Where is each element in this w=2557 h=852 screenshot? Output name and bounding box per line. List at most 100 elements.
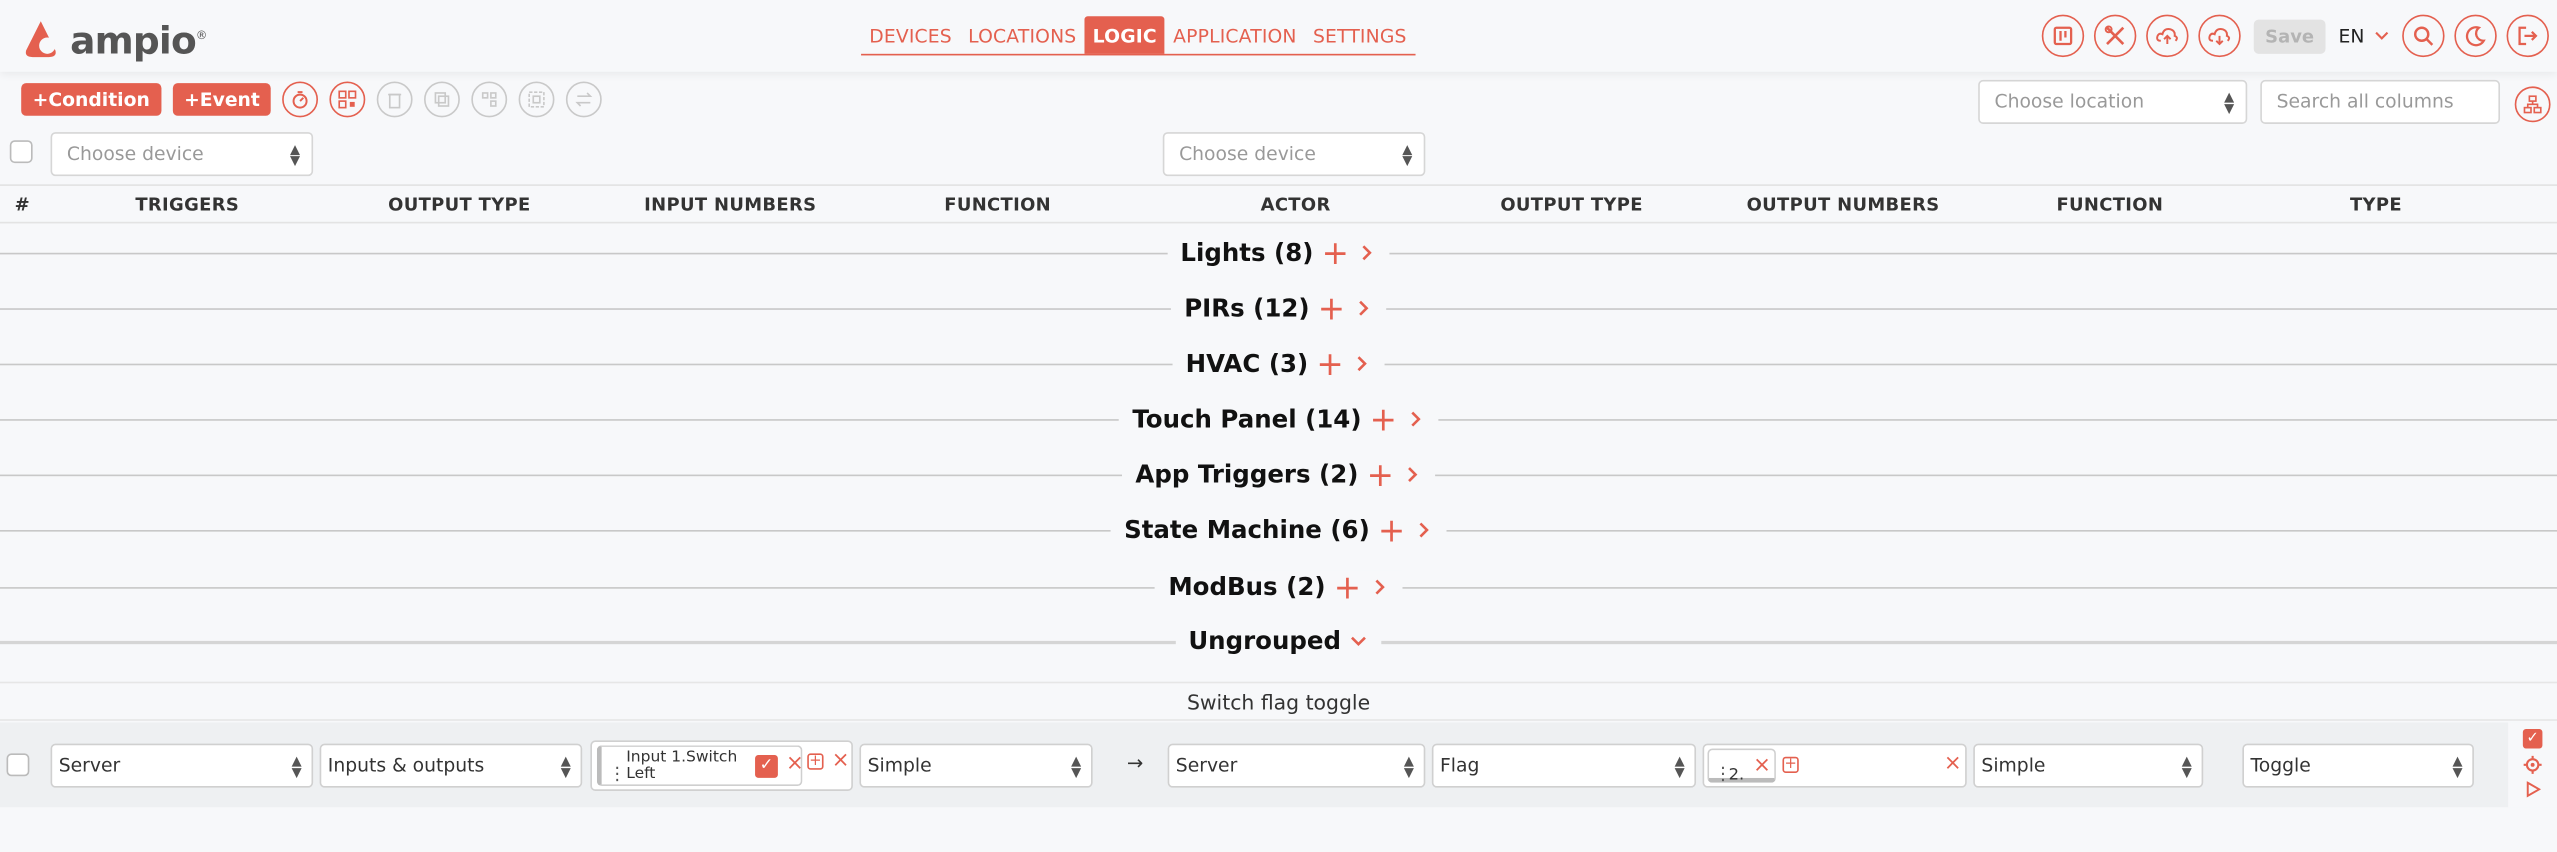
actor-device-filter[interactable]: Choose device ▲ ▼ — [1162, 132, 1426, 177]
nav-devices[interactable]: DEVICES — [861, 16, 960, 54]
dark-mode-button[interactable] — [2454, 14, 2497, 58]
select-caret-icon: ▲ ▼ — [291, 753, 302, 780]
nav-settings[interactable]: SETTINGS — [1305, 16, 1415, 54]
group-pirs: PIRs (12) + — [0, 292, 2557, 325]
add-to-group-icon[interactable]: + — [1322, 236, 1349, 269]
group-label[interactable]: ModBus (2) — [1168, 572, 1325, 601]
copy-button[interactable] — [424, 81, 461, 118]
group-label[interactable]: Ungrouped — [1188, 626, 1341, 655]
col-actor-output-type[interactable]: OUTPUT TYPE — [1500, 194, 1642, 215]
col-triggers[interactable]: TRIGGERS — [135, 194, 239, 215]
add-event-button[interactable]: +Event — [172, 83, 272, 116]
tools-button[interactable] — [2093, 14, 2137, 58]
save-button[interactable]: Save — [2253, 18, 2326, 54]
remove-tag-icon[interactable]: × — [786, 753, 804, 774]
chevron-right-icon[interactable] — [1402, 465, 1422, 485]
nav-application[interactable]: APPLICATION — [1165, 16, 1305, 54]
board-button[interactable] — [2041, 14, 2085, 58]
delete-button[interactable] — [377, 81, 414, 118]
add-to-group-icon[interactable]: + — [1370, 403, 1397, 436]
add-output-icon[interactable]: + — [1782, 756, 1799, 773]
language-select[interactable]: EN — [2339, 24, 2389, 47]
swap-button[interactable] — [566, 81, 603, 118]
output-number-label: 2. — [1728, 766, 1745, 785]
search-all-columns-input[interactable]: Search all columns — [2260, 79, 2501, 124]
enable-rule-checkbox[interactable]: ✓ — [2522, 728, 2543, 749]
add-to-group-icon[interactable]: + — [1334, 571, 1361, 604]
chevron-right-icon[interactable] — [1405, 409, 1425, 429]
location-select[interactable]: Choose location ▲ ▼ — [1978, 79, 2248, 124]
group-label[interactable]: Lights (8) — [1180, 238, 1313, 267]
col-output-numbers[interactable]: OUTPUT NUMBERS — [1747, 194, 1940, 215]
add-condition-button[interactable]: +Condition — [21, 83, 162, 116]
qr-button[interactable] — [330, 81, 366, 118]
select-caret-icon: ▲ ▼ — [1071, 753, 1082, 780]
remove-tag-icon[interactable]: × — [1753, 755, 1771, 776]
trigger-output-type-select[interactable]: Inputs & outputs ▲ ▼ — [319, 743, 583, 788]
col-actor[interactable]: ACTOR — [1261, 194, 1331, 215]
drag-handle-icon[interactable]: ⋮ — [608, 753, 626, 794]
stopwatch-icon — [293, 91, 309, 109]
chevron-down-icon[interactable] — [1349, 631, 1369, 651]
add-to-group-icon[interactable]: + — [1378, 514, 1405, 547]
upload-cloud-button[interactable] — [2146, 14, 2189, 58]
type-select[interactable]: Toggle ▲ ▼ — [2242, 743, 2474, 788]
search-button[interactable] — [2401, 14, 2445, 58]
group-label[interactable]: PIRs (12) — [1184, 294, 1309, 323]
top-bar: ampio® DEVICES LOCATIONS LOGIC APPLICATI… — [0, 0, 2557, 72]
input-number-tag[interactable]: ⋮ Input 1.Switch Left ✓ × — [596, 745, 804, 787]
chevron-right-icon[interactable] — [1357, 243, 1377, 263]
trigger-function-select[interactable]: Simple ▲ ▼ — [859, 743, 1093, 788]
add-to-group-icon[interactable]: + — [1367, 458, 1394, 491]
group-label[interactable]: App Triggers (2) — [1135, 460, 1358, 489]
col-input-numbers[interactable]: INPUT NUMBERS — [644, 194, 816, 215]
header-actions: Save EN — [2041, 14, 2557, 58]
chevron-right-icon[interactable] — [1353, 298, 1373, 318]
actor-function-value: Simple — [1981, 753, 2046, 777]
nav-logic[interactable]: LOGIC — [1084, 16, 1166, 54]
rule-title[interactable]: Switch flag toggle — [0, 681, 2557, 721]
col-trigger-function[interactable]: FUNCTION — [944, 194, 1051, 215]
download-cloud-button[interactable] — [2198, 14, 2241, 58]
column-settings-button[interactable] — [2514, 86, 2551, 123]
logout-button[interactable] — [2506, 14, 2549, 58]
col-type[interactable]: TYPE — [2350, 194, 2402, 215]
actor-output-type-select[interactable]: Flag ▲ ▼ — [1431, 743, 1697, 788]
add-to-group-icon[interactable]: + — [1316, 347, 1343, 380]
group-button[interactable] — [471, 81, 508, 118]
ungroup-button[interactable] — [519, 81, 556, 118]
output-number-tag[interactable]: ⋮ 2. × — [1707, 748, 1776, 784]
select-all-checkbox[interactable] — [9, 140, 33, 164]
nav-locations[interactable]: LOCATIONS — [960, 16, 1084, 54]
add-input-icon[interactable]: + — [807, 753, 824, 770]
chevron-right-icon[interactable] — [1413, 520, 1433, 540]
timer-button[interactable] — [282, 81, 319, 118]
actor-device-select[interactable]: Server ▲ ▼ — [1167, 743, 1426, 788]
group-lights: Lights (8) + — [0, 236, 2557, 269]
confirm-icon[interactable]: ✓ — [755, 755, 778, 778]
col-trigger-output-type[interactable]: OUTPUT TYPE — [388, 194, 530, 215]
output-numbers-field[interactable]: ⋮ 2. × + × — [1702, 743, 1967, 788]
trigger-function-value: Simple — [867, 753, 932, 777]
chevron-right-icon[interactable] — [1352, 354, 1372, 374]
group-label[interactable]: HVAC (3) — [1186, 349, 1309, 378]
ampio-logo[interactable]: ampio® — [20, 15, 207, 63]
tools-icon — [2104, 25, 2125, 45]
trigger-device-filter[interactable]: Choose device ▲ ▼ — [50, 132, 314, 177]
location-select-placeholder: Choose location — [1994, 89, 2145, 113]
play-icon[interactable] — [2524, 781, 2541, 798]
group-label[interactable]: State Machine (6) — [1124, 515, 1370, 544]
row-checkbox[interactable] — [6, 753, 30, 777]
col-actor-function[interactable]: FUNCTION — [2056, 194, 2163, 215]
input-numbers-field[interactable]: ⋮ Input 1.Switch Left ✓ × + × — [590, 740, 853, 791]
clear-inputs-icon[interactable]: × — [832, 750, 850, 771]
table-header: # TRIGGERS OUTPUT TYPE INPUT NUMBERS FUN… — [0, 184, 2557, 224]
col-number[interactable]: # — [15, 194, 30, 215]
chevron-right-icon[interactable] — [1369, 577, 1389, 597]
clear-outputs-icon[interactable]: × — [1944, 753, 1962, 774]
actor-function-select[interactable]: Simple ▲ ▼ — [1973, 743, 2204, 788]
group-label[interactable]: Touch Panel (14) — [1132, 404, 1361, 433]
gear-icon[interactable] — [2523, 755, 2543, 775]
trigger-device-select[interactable]: Server ▲ ▼ — [50, 743, 314, 788]
add-to-group-icon[interactable]: + — [1318, 292, 1345, 325]
